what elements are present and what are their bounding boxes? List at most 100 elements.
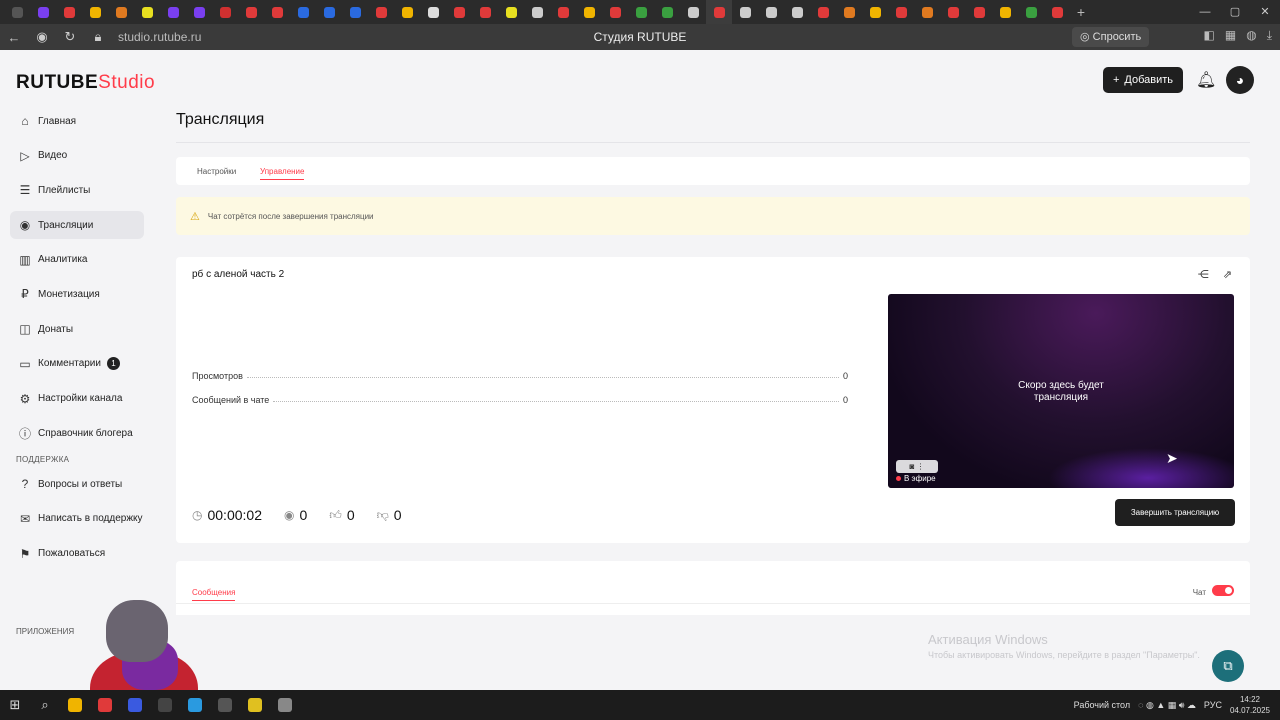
browser-tab[interactable] [316, 0, 342, 24]
comments-badge: 1 [106, 357, 120, 371]
browser-tab[interactable] [706, 0, 732, 24]
app-icon[interactable] [90, 690, 120, 720]
sidebar-item[interactable]: ✉ Написать в поддержку [10, 505, 144, 533]
profile-icon[interactable]: ◍ [1246, 28, 1256, 43]
forward-icon[interactable]: ◉ [28, 29, 56, 45]
browser-tab[interactable] [940, 0, 966, 24]
notifications-bell-icon[interactable]: 🔔︎ [1196, 70, 1216, 90]
browser-tab[interactable] [446, 0, 472, 24]
ask-button[interactable]: ◎ Спросить [1072, 27, 1150, 47]
reload-icon[interactable]: ↻ [56, 29, 84, 45]
new-tab-icon[interactable]: + [1070, 4, 1092, 20]
browser-tab[interactable] [992, 0, 1018, 24]
browser-tab[interactable] [134, 0, 160, 24]
browser-tab[interactable] [186, 0, 212, 24]
sidebar-item[interactable]: ▭ Комментарии 1 [10, 350, 144, 378]
avatar[interactable]: ◕ [1226, 66, 1254, 94]
sidebar-item[interactable]: ▷ Видео [10, 142, 144, 170]
sidebar-item[interactable]: ◉ Трансляции [10, 211, 144, 240]
browser-tab[interactable] [238, 0, 264, 24]
browser-tab[interactable] [836, 0, 862, 24]
browser-tab[interactable] [290, 0, 316, 24]
app-icon[interactable] [210, 690, 240, 720]
sidebar-item[interactable]: ⚑ Пожаловаться [10, 540, 144, 568]
browser-tab[interactable] [160, 0, 186, 24]
sidebar-item[interactable]: ₽ Монетизация [10, 280, 144, 308]
sidebar-item[interactable]: ? Вопросы и ответы [10, 470, 144, 498]
browser-tab[interactable] [56, 0, 82, 24]
app-icon[interactable] [270, 690, 300, 720]
browser-tab[interactable] [654, 0, 680, 24]
browser-tab[interactable] [498, 0, 524, 24]
start-icon[interactable]: ⊞ [0, 690, 30, 720]
close-icon[interactable]: ✕ [1250, 0, 1280, 24]
share-icon[interactable]: ⋲ [1198, 268, 1209, 281]
browser-tab[interactable] [1044, 0, 1070, 24]
browser-tab[interactable] [680, 0, 706, 24]
browser-tab[interactable] [368, 0, 394, 24]
browser-tab[interactable] [82, 0, 108, 24]
search-icon[interactable]: ⌕ [30, 690, 60, 720]
browser-tab[interactable] [108, 0, 134, 24]
browser-tab[interactable] [30, 0, 56, 24]
app-icon[interactable] [240, 690, 270, 720]
browser-tab[interactable] [914, 0, 940, 24]
support-chat-icon[interactable]: ⧉ [1212, 650, 1244, 682]
download-icon[interactable]: ⤓ [1267, 28, 1272, 43]
preview-controls[interactable]: ◙ ⋮ [896, 460, 938, 473]
app-icon[interactable] [120, 690, 150, 720]
stream-preview[interactable]: Скоро здесь будет трансляция ◙ ⋮ В эфире [888, 294, 1234, 488]
minimize-icon[interactable]: — [1190, 0, 1220, 24]
browser-tab[interactable] [862, 0, 888, 24]
playlist-icon: ☰ [19, 183, 31, 198]
browser-tab[interactable] [264, 0, 290, 24]
maximize-icon[interactable]: ▢ [1220, 0, 1250, 24]
browser-tab[interactable] [394, 0, 420, 24]
tab-settings[interactable]: Настройки [197, 167, 236, 176]
sidebar-item[interactable]: ⓘ Справочник блогера [10, 419, 144, 447]
viewers-icon: ◉ [283, 508, 295, 522]
sidebar-item[interactable]: ▥ Аналитика [10, 246, 144, 274]
browser-tab[interactable] [342, 0, 368, 24]
app-icon[interactable] [150, 690, 180, 720]
sidebar-item[interactable]: ⌂ Главная [10, 107, 144, 135]
browser-tab[interactable] [732, 0, 758, 24]
tab-favicon-icon [921, 6, 933, 18]
extension-icon[interactable]: ◧ [1204, 28, 1215, 43]
external-link-icon[interactable]: ⇗ [1223, 268, 1232, 281]
browser-tab[interactable] [420, 0, 446, 24]
clock[interactable]: 14:22 04.07.2025 [1230, 694, 1270, 716]
sidebar-item[interactable]: ⚙ Настройки канала [10, 385, 144, 413]
browser-tab[interactable] [524, 0, 550, 24]
browser-tab[interactable] [628, 0, 654, 24]
browser-tab[interactable] [550, 0, 576, 24]
end-stream-button[interactable]: Завершить трансляцию [1115, 499, 1235, 526]
tray-icons[interactable]: ◌ ◍ ▲ ▦ 🔊︎ ☁ [1138, 700, 1196, 711]
collections-icon[interactable]: ▦ [1225, 28, 1236, 43]
desktop-label[interactable]: Рабочий стол [1074, 700, 1131, 710]
language-indicator[interactable]: РУС [1204, 700, 1222, 710]
browser-tab[interactable] [602, 0, 628, 24]
sidebar-item[interactable]: ☰ Плейлисты [10, 176, 144, 204]
back-icon[interactable]: ← [0, 30, 28, 45]
browser-tab[interactable] [966, 0, 992, 24]
browser-tab[interactable] [810, 0, 836, 24]
url-input[interactable]: studio.rutube.ru [118, 30, 201, 44]
browser-tab[interactable] [1018, 0, 1044, 24]
app-icon[interactable] [60, 690, 90, 720]
sidebar-item[interactable]: ◫ Донаты [10, 315, 144, 343]
rutube-studio-logo[interactable]: RUTUBEStudio [16, 72, 155, 94]
browser-tab[interactable] [888, 0, 914, 24]
browser-tab[interactable] [784, 0, 810, 24]
add-button[interactable]: + Добавить [1103, 67, 1183, 93]
browser-tab[interactable] [758, 0, 784, 24]
browser-tab[interactable] [576, 0, 602, 24]
tab-favicon-icon [895, 6, 907, 18]
browser-tab[interactable] [472, 0, 498, 24]
app-icon[interactable] [180, 690, 210, 720]
tab-management[interactable]: Управление [260, 167, 305, 180]
tab-favicon-icon [505, 6, 517, 18]
browser-tab[interactable] [4, 0, 30, 24]
browser-tab[interactable] [212, 0, 238, 24]
chat-toggle[interactable] [1212, 585, 1234, 596]
